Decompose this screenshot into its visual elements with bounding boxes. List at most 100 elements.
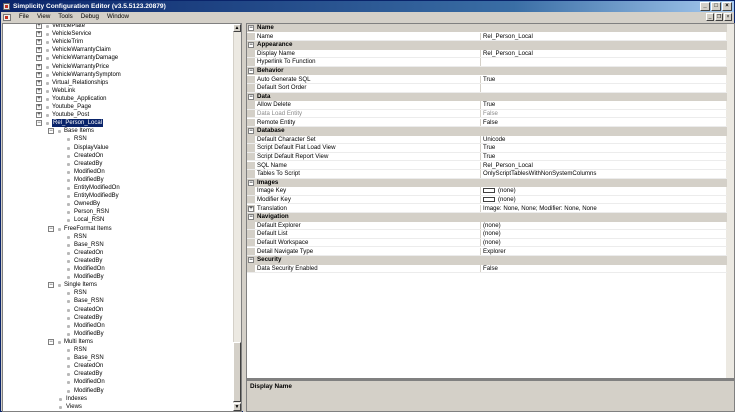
collapse-icon[interactable]: − [248, 42, 254, 49]
expand-icon[interactable]: + [36, 24, 42, 29]
property-row[interactable]: Script Default Report View True [247, 153, 727, 162]
close-button[interactable]: × [722, 2, 732, 11]
property-value[interactable]: True [481, 153, 727, 160]
collapse-icon[interactable]: − [48, 338, 54, 345]
collapse-icon[interactable]: − [248, 25, 254, 31]
document-icon[interactable] [3, 13, 11, 21]
expand-icon[interactable]: + [248, 205, 254, 212]
child-minimize-button[interactable]: _ [706, 13, 714, 21]
property-category[interactable]: − Navigation [247, 213, 727, 222]
expand-icon[interactable]: + [36, 63, 42, 70]
collapse-icon[interactable]: − [248, 214, 254, 221]
collapse-icon[interactable]: − [248, 257, 254, 264]
property-value[interactable]: True [481, 76, 727, 83]
expand-icon[interactable]: + [36, 39, 42, 46]
property-value[interactable]: Explorer [481, 248, 727, 255]
property-value[interactable]: True [481, 101, 727, 108]
property-row[interactable]: SQL Name Rel_Person_Local [247, 161, 727, 170]
expand-icon[interactable]: + [36, 87, 42, 94]
menu-window[interactable]: Window [103, 12, 133, 22]
property-value[interactable]: (none) [481, 196, 727, 203]
expand-icon[interactable]: + [36, 31, 42, 38]
property-value[interactable]: Unicode [481, 136, 727, 143]
property-row[interactable]: Hyperlink To Function [247, 58, 727, 67]
title-bar[interactable]: Simplicity Configuration Editor (v3.5.51… [1, 1, 734, 12]
property-row[interactable]: Remote Entity False [247, 118, 727, 127]
property-value[interactable] [481, 58, 727, 65]
property-row[interactable]: Data Load Entity False [247, 110, 727, 119]
property-row[interactable]: Default List (none) [247, 230, 727, 239]
property-value[interactable] [481, 84, 727, 91]
property-value[interactable]: False [481, 119, 727, 126]
collapse-icon[interactable]: − [248, 68, 254, 74]
property-value[interactable]: True [481, 144, 727, 151]
menu-debug[interactable]: Debug [77, 12, 103, 22]
menu-view[interactable]: View [33, 12, 54, 22]
property-category[interactable]: − Name [247, 24, 727, 33]
tree-scroll-thumb[interactable] [233, 342, 241, 402]
property-value[interactable]: False [481, 110, 727, 117]
scroll-down-arrow-icon[interactable]: ▼ [233, 403, 241, 411]
property-row[interactable]: Data Security Enabled False [247, 264, 727, 274]
property-category[interactable]: − Appearance [247, 41, 727, 50]
collapse-icon[interactable]: − [48, 225, 54, 232]
expand-icon[interactable]: + [36, 79, 42, 86]
property-category[interactable]: − Images [247, 178, 727, 188]
child-close-button[interactable]: × [724, 13, 732, 21]
property-row[interactable]: + Translation Image: None, None; Modifier:… [247, 204, 727, 213]
property-row[interactable]: Modifier Key (none) [247, 196, 727, 205]
property-gutter [247, 101, 255, 109]
property-value[interactable]: (none) [481, 230, 727, 237]
scroll-up-arrow-icon[interactable]: ▲ [233, 24, 241, 32]
property-value[interactable]: Rel_Person_Local [481, 162, 727, 169]
expand-icon[interactable]: + [36, 55, 42, 62]
property-row[interactable]: Name Rel_Person_Local [247, 32, 727, 41]
property-row[interactable]: Default Explorer (none) [247, 221, 727, 231]
property-value[interactable]: (none) [481, 187, 727, 194]
property-row[interactable]: Default Sort Order [247, 84, 727, 93]
collapse-icon[interactable]: − [248, 179, 254, 186]
entity-tree[interactable]: ▲ ▼ + VehiclePlate + VehicleService + Vehicle… [2, 23, 242, 412]
property-value[interactable]: OnlyScriptTablesWithNonSystemColumns [481, 170, 727, 177]
collapse-icon[interactable]: − [248, 128, 254, 135]
property-value[interactable]: Image: None, None; Modifier: None, None [481, 205, 727, 212]
property-row[interactable]: Tables To Script OnlyScriptTablesWithNonS… [247, 170, 727, 179]
tree-item-label: Local_RSN [74, 217, 105, 224]
property-category[interactable]: − Behavior [247, 67, 727, 76]
property-row[interactable]: Allow Delete True [247, 101, 727, 110]
collapse-icon[interactable]: − [48, 282, 54, 289]
property-row[interactable]: Image Key (none) [247, 187, 727, 196]
property-value[interactable]: Rel_Person_Local [481, 33, 727, 40]
menu-tools[interactable]: Tools [54, 12, 76, 22]
property-scrollbar[interactable] [726, 24, 734, 378]
property-name: Image Key [256, 187, 481, 195]
minimize-button[interactable]: _ [700, 2, 710, 11]
property-row[interactable]: Default Character Set Unicode [247, 135, 727, 145]
property-value[interactable]: False [481, 265, 727, 272]
expand-icon[interactable]: + [36, 104, 42, 110]
child-restore-button[interactable]: ❐ [715, 13, 723, 21]
expand-icon[interactable]: + [36, 95, 42, 102]
collapse-icon[interactable]: − [36, 120, 42, 127]
property-category[interactable]: − Database [247, 127, 727, 136]
property-row[interactable]: Auto Generate SQL True [247, 75, 727, 84]
expand-icon[interactable]: + [36, 47, 42, 54]
property-row[interactable]: Display Name Rel_Person_Local [247, 49, 727, 59]
collapse-icon[interactable]: − [248, 93, 254, 100]
tree-scrollbar[interactable]: ▲ ▼ [233, 24, 241, 411]
property-gutter: + [247, 204, 255, 212]
collapse-icon[interactable]: − [48, 128, 54, 135]
property-row[interactable]: Detail Navigate Type Explorer [247, 247, 727, 256]
menu-file[interactable]: File [15, 12, 33, 22]
property-row[interactable]: Script Default Flat Load View True [247, 144, 727, 153]
property-value[interactable]: Rel_Person_Local [481, 50, 727, 57]
property-value[interactable]: (none) [481, 239, 727, 246]
property-category[interactable]: − Security [247, 256, 727, 265]
property-row[interactable]: Default Workspace (none) [247, 239, 727, 248]
property-value[interactable]: (none) [481, 222, 727, 229]
node-icon [67, 365, 70, 369]
expand-icon[interactable]: + [36, 112, 42, 119]
property-category[interactable]: − Data [247, 92, 727, 102]
expand-icon[interactable]: + [36, 71, 42, 78]
maximize-button[interactable]: □ [711, 2, 721, 11]
